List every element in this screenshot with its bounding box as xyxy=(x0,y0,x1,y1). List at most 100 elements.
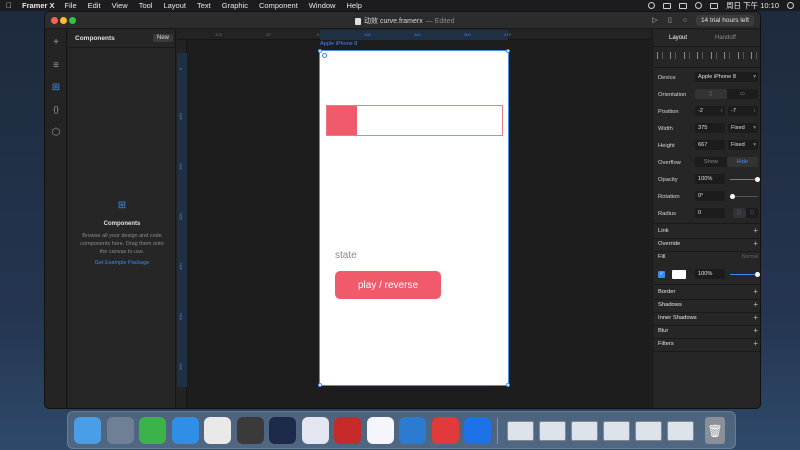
align-top-icon[interactable] xyxy=(697,52,704,59)
overflow-hide-option[interactable]: Hide xyxy=(726,157,758,167)
menu-app-name[interactable]: Framer X xyxy=(22,1,55,10)
apple-menu-icon[interactable]:  xyxy=(6,1,12,10)
add-link-icon[interactable]: + xyxy=(753,226,758,236)
dock-minimized-window[interactable] xyxy=(571,421,598,441)
border-section[interactable]: Border + xyxy=(658,287,758,297)
status-icon[interactable] xyxy=(648,2,656,9)
components-icon[interactable]: ⊞ xyxy=(51,83,61,93)
height-mode-select[interactable]: Fixed ▾ xyxy=(728,140,758,150)
radius-input[interactable]: 0 xyxy=(695,208,725,218)
menu-window[interactable]: Window xyxy=(309,1,336,10)
rotation-slider[interactable] xyxy=(730,194,758,199)
width-mode-select[interactable]: Fixed ▾ xyxy=(728,123,758,133)
resize-handle[interactable] xyxy=(506,49,510,53)
opacity-input[interactable]: 100% xyxy=(695,174,725,184)
dock-app-instastats-icon[interactable] xyxy=(334,417,361,444)
frame-label[interactable]: Apple iPhone 8 xyxy=(320,41,357,47)
progress-bar[interactable] xyxy=(326,105,503,136)
portrait-icon[interactable]: ▯ xyxy=(695,89,727,99)
align-left-icon[interactable] xyxy=(657,52,663,59)
dock-minimized-window[interactable] xyxy=(667,421,694,441)
fill-section[interactable]: Fill Normal xyxy=(658,252,758,262)
iphone-frame[interactable]: state play / reverse xyxy=(318,49,510,387)
overflow-show-option[interactable]: Show xyxy=(695,157,727,167)
new-component-button[interactable]: New xyxy=(152,34,173,42)
dock-minimized-window[interactable] xyxy=(539,421,566,441)
menu-file[interactable]: File xyxy=(65,1,77,10)
fill-blend-mode[interactable]: Normal xyxy=(742,254,758,260)
wifi-icon[interactable] xyxy=(695,2,703,9)
menu-graphic[interactable]: Graphic xyxy=(222,1,248,10)
zoom-window-button[interactable] xyxy=(69,17,76,24)
tab-handoff[interactable]: Handoff xyxy=(715,35,736,41)
get-example-package-link[interactable]: Get Example Package xyxy=(68,260,176,266)
position-x-input[interactable]: -2 ↕ xyxy=(695,106,725,116)
resize-handle[interactable] xyxy=(318,49,322,53)
filters-section[interactable]: Filters + xyxy=(658,339,758,349)
inner-shadows-section[interactable]: Inner Shadows + xyxy=(658,313,758,323)
status-icon[interactable] xyxy=(663,2,672,9)
dock-app-blue-app-icon[interactable] xyxy=(366,417,394,444)
dock-app-vs-code-icon[interactable] xyxy=(399,417,426,444)
radius-individual-icon[interactable]: □ xyxy=(746,208,759,218)
preview-play-icon[interactable]: ▷ xyxy=(651,17,659,25)
dock-app-cinema-4d-icon[interactable] xyxy=(269,417,296,444)
dock-app-framer-x-icon[interactable] xyxy=(464,417,491,444)
device-select[interactable]: Apple iPhone 8 ▾ xyxy=(695,72,758,82)
align-bottom-icon[interactable] xyxy=(724,52,731,59)
play-reverse-button[interactable]: play / reverse xyxy=(335,271,441,299)
menu-edit[interactable]: Edit xyxy=(88,1,101,10)
add-override-icon[interactable]: + xyxy=(753,239,758,249)
shadows-section[interactable]: Shadows + xyxy=(658,300,758,310)
tab-layout[interactable]: Layout xyxy=(669,35,687,41)
layers-icon[interactable]: ≡ xyxy=(51,61,61,71)
fill-color-swatch[interactable] xyxy=(672,270,686,279)
add-inner-shadow-icon[interactable]: + xyxy=(753,313,758,323)
fill-enabled-checkbox[interactable]: ✓ xyxy=(658,271,665,278)
menu-layout[interactable]: Layout xyxy=(163,1,186,10)
fill-opacity-slider[interactable] xyxy=(730,272,760,277)
dock-app-netease-music-icon[interactable] xyxy=(431,417,459,444)
align-center-icon[interactable] xyxy=(670,52,677,59)
blur-section[interactable]: Blur + xyxy=(658,326,758,336)
dock-app-chrome-icon[interactable] xyxy=(204,417,231,444)
packages-icon[interactable]: ⬡ xyxy=(51,128,61,138)
menu-text[interactable]: Text xyxy=(197,1,211,10)
comment-icon[interactable]: ○ xyxy=(681,17,689,25)
battery-icon[interactable] xyxy=(710,2,719,9)
add-shadow-icon[interactable]: + xyxy=(753,300,758,310)
dock-app-finder-icon[interactable] xyxy=(74,417,101,444)
dock-app-wechat-icon[interactable] xyxy=(139,417,166,444)
align-right-icon[interactable] xyxy=(683,52,690,59)
minimize-window-button[interactable] xyxy=(60,17,67,24)
trash-icon[interactable]: 🗑 xyxy=(705,417,725,444)
menu-view[interactable]: View xyxy=(112,1,128,10)
code-icon[interactable]: {} xyxy=(51,105,61,115)
design-canvas[interactable]: -100 -50 0 100 200 300 375 0 100 200 300… xyxy=(177,30,651,408)
overflow-toggle[interactable]: Show Hide xyxy=(695,157,758,167)
bluetooth-icon[interactable] xyxy=(679,2,688,9)
opacity-slider[interactable] xyxy=(730,177,760,182)
position-y-input[interactable]: -7 ↕ xyxy=(728,106,758,116)
align-middle-icon[interactable] xyxy=(710,52,717,59)
spotlight-icon[interactable] xyxy=(787,2,794,9)
device-preview-icon[interactable]: ▯ xyxy=(666,17,674,25)
dock-minimized-window[interactable] xyxy=(507,421,534,441)
override-section[interactable]: Override + xyxy=(658,239,758,249)
fill-opacity-input[interactable]: 100% xyxy=(695,269,725,279)
rotation-input[interactable]: 0° xyxy=(695,191,725,201)
resize-handle[interactable] xyxy=(506,383,510,387)
dock-minimized-window[interactable] xyxy=(603,421,630,441)
add-filter-icon[interactable]: + xyxy=(753,339,758,349)
dock-app-safari-icon[interactable] xyxy=(171,417,199,444)
height-input[interactable]: 667 xyxy=(695,140,725,150)
landscape-icon[interactable]: ▭ xyxy=(727,89,759,99)
radius-all-icon[interactable]: □ xyxy=(733,208,746,218)
radius-mode-toggle[interactable]: □ □ xyxy=(733,208,758,218)
menu-tool[interactable]: Tool xyxy=(139,1,153,10)
menu-help[interactable]: Help xyxy=(346,1,361,10)
menubar-clock[interactable]: 周日 下午 10:10 xyxy=(726,0,779,11)
width-input[interactable]: 375 xyxy=(695,123,725,133)
distribute-vertical-icon[interactable] xyxy=(750,52,757,59)
distribute-horizontal-icon[interactable] xyxy=(737,52,744,59)
